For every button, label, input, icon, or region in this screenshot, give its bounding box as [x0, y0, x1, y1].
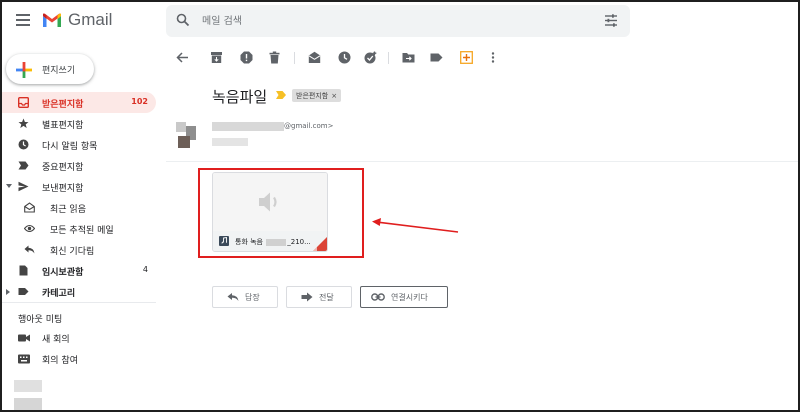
remove-label-icon[interactable]: ×	[331, 92, 337, 100]
sidebar-item-label: 받은편지함	[42, 100, 84, 110]
labels-icon[interactable]	[430, 51, 443, 64]
mark-unread-icon[interactable]	[308, 51, 321, 64]
forward-button[interactable]: 전달	[286, 286, 352, 308]
link-button[interactable]: 연결시키다	[360, 286, 448, 308]
sidebar-item-recently-read[interactable]: 최근 읽음	[0, 197, 156, 218]
recipient-redacted	[212, 138, 248, 146]
expand-caret-icon[interactable]	[6, 184, 12, 188]
sidebar-item-tracked[interactable]: 모든 추적된 메일	[0, 218, 156, 239]
gmail-m-icon	[43, 13, 61, 27]
hangout-contact-avatar[interactable]	[14, 398, 42, 410]
inbox-label-chip[interactable]: 받은편지함 ×	[292, 89, 342, 102]
label-icon	[18, 288, 29, 295]
expand-caret-icon[interactable]	[6, 289, 10, 295]
compose-label: 편지쓰기	[42, 66, 76, 76]
sidebar-divider	[0, 302, 156, 303]
reply-button[interactable]: 답장	[212, 286, 278, 308]
envelope-open-icon	[24, 202, 35, 213]
gmail-logo[interactable]: Gmail	[42, 10, 112, 30]
sidebar-item-label: 최근 읽음	[50, 205, 86, 215]
sender-avatar[interactable]	[176, 122, 196, 150]
meet-section-title: 행아웃 미팅	[18, 315, 63, 325]
sender-email: @gmail.com>	[284, 122, 334, 130]
drive-corner-icon	[313, 237, 327, 251]
meet-item-label: 회의 참여	[42, 356, 78, 366]
eye-icon	[24, 224, 35, 233]
sidebar-item-label: 임시보관함	[42, 268, 84, 278]
reply-icon	[227, 293, 239, 301]
report-spam-icon[interactable]	[240, 51, 253, 64]
sidebar-item-label: 보낸편지함	[42, 184, 84, 194]
attachment-preview	[213, 173, 327, 231]
archive-icon[interactable]	[210, 51, 223, 64]
sidebar-item-label: 회신 기다림	[50, 247, 95, 257]
sidebar-item-sent[interactable]: 보낸편지함	[0, 176, 156, 197]
annotation-arrow	[372, 218, 459, 233]
inbox-icon	[18, 97, 29, 108]
attachment-footer: 통화 녹음 _210...	[213, 231, 327, 251]
sidebar-item-label: 중요편지함	[42, 163, 84, 173]
compose-button[interactable]: 편지쓰기	[6, 54, 94, 84]
search-options-icon[interactable]	[604, 14, 618, 27]
forward-label: 전달	[319, 293, 334, 302]
gmail-wordmark: Gmail	[68, 10, 113, 29]
extension-plus-icon[interactable]	[460, 51, 473, 64]
draft-count: 4	[142, 265, 148, 274]
sidebar-item-important[interactable]: 중요편지함	[0, 155, 156, 176]
video-icon	[18, 334, 30, 342]
sidebar-item-drafts[interactable]: 임시보관함 4	[0, 260, 156, 281]
sender-name-redacted	[212, 122, 284, 131]
audio-file-icon	[219, 236, 229, 246]
sidebar-item-label: 카테고리	[42, 289, 76, 299]
back-arrow-icon[interactable]	[176, 51, 189, 64]
move-to-icon[interactable]	[402, 51, 415, 64]
add-task-icon[interactable]	[364, 51, 377, 64]
meet-new-meeting[interactable]: 새 회의	[0, 328, 156, 348]
sidebar-item-label: 별표편지함	[42, 121, 84, 131]
plus-icon	[16, 62, 32, 78]
keyboard-icon	[18, 354, 30, 364]
reply-label: 답장	[245, 293, 260, 302]
sidebar-item-inbox[interactable]: 받은편지함 102	[0, 92, 156, 113]
search-input[interactable]	[202, 11, 582, 31]
sidebar-item-awaiting-reply[interactable]: 회신 기다림	[0, 239, 156, 260]
search-bar[interactable]	[166, 5, 630, 37]
speaker-icon	[259, 192, 277, 212]
audio-attachment-card[interactable]: 통화 녹음 _210...	[212, 172, 328, 252]
search-icon[interactable]	[176, 13, 190, 27]
unread-count: 102	[131, 97, 148, 106]
header-divider	[166, 161, 800, 162]
draft-icon	[19, 265, 28, 276]
reply-icon	[24, 245, 35, 254]
sidebar-item-starred[interactable]: 별표편지함	[0, 113, 156, 134]
delete-icon[interactable]	[268, 51, 281, 64]
message-toolbar	[166, 44, 800, 72]
attachment-filename: 통화 녹음 _210...	[235, 238, 311, 246]
hangout-contact-avatar[interactable]	[14, 380, 42, 392]
sidebar-nav: 받은편지함 102 별표편지함 다시 알림 항목 중요편지함 보낸편지함 최근 …	[0, 92, 156, 302]
star-icon	[18, 118, 29, 128]
label-chip-text: 받은편지함	[296, 91, 329, 100]
toolbar-separator	[388, 52, 389, 64]
sidebar-item-label: 다시 알림 항목	[42, 142, 98, 152]
toolbar-separator	[294, 52, 295, 64]
meet-item-label: 새 회의	[42, 335, 70, 345]
link-label: 연결시키다	[391, 293, 428, 302]
top-bar: Gmail	[0, 0, 800, 44]
email-subject: 녹음파일	[212, 88, 268, 106]
sidebar-item-categories[interactable]: 카테고리	[0, 281, 156, 302]
clock-icon	[18, 139, 29, 150]
sidebar-item-snoozed[interactable]: 다시 알림 항목	[0, 134, 156, 155]
snooze-icon[interactable]	[338, 51, 351, 64]
send-icon	[18, 181, 29, 192]
menu-icon[interactable]	[16, 14, 30, 26]
sidebar-item-label: 모든 추적된 메일	[50, 226, 114, 236]
important-icon	[18, 161, 29, 170]
link-icon	[371, 293, 385, 301]
more-options-icon[interactable]	[490, 51, 496, 64]
main-pane: 녹음파일 받은편지함 × @gmail.com> 통화 녹음 _210... 답…	[166, 44, 800, 412]
meet-join-meeting[interactable]: 회의 참여	[0, 349, 156, 369]
forward-icon	[301, 292, 313, 302]
important-marker-icon[interactable]	[276, 91, 286, 99]
